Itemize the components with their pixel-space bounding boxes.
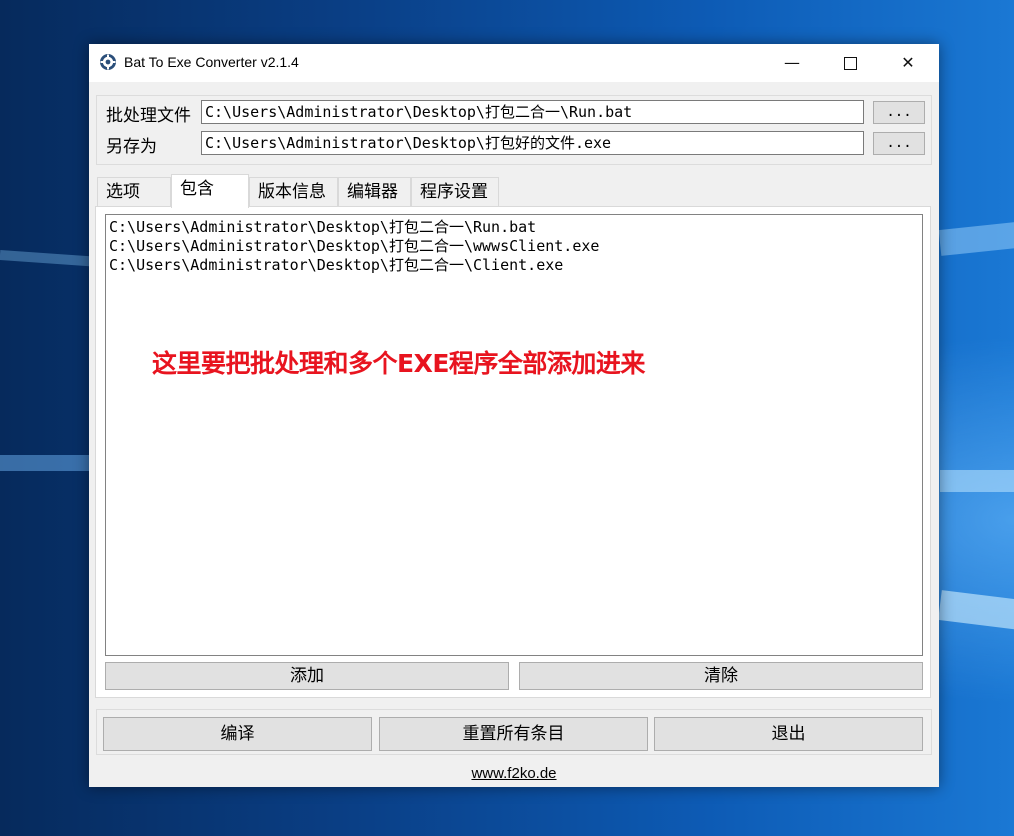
title-bar[interactable]: Bat To Exe Converter v2.1.4 — ✕: [89, 44, 939, 82]
clear-button[interactable]: 清除: [519, 662, 923, 690]
app-window: Bat To Exe Converter v2.1.4 — ✕ 批处理文件 C:…: [89, 44, 939, 787]
include-file-list[interactable]: C:\Users\Administrator\Desktop\打包二合一\Run…: [105, 214, 923, 656]
window-title: Bat To Exe Converter v2.1.4: [124, 54, 299, 70]
save-as-label: 另存为: [106, 137, 157, 157]
batch-file-label: 批处理文件: [106, 106, 191, 126]
tab-editor[interactable]: 编辑器: [338, 177, 411, 206]
gear-icon: [100, 54, 116, 70]
save-as-input[interactable]: C:\Users\Administrator\Desktop\打包好的文件.ex…: [201, 131, 864, 155]
instruction-annotation: 这里要把批处理和多个EXE程序全部添加进来: [152, 349, 645, 378]
list-item[interactable]: C:\Users\Administrator\Desktop\打包二合一\Cli…: [109, 256, 563, 275]
wallpaper-light-beam: [0, 455, 90, 471]
browse-save-as-button[interactable]: ...: [873, 132, 925, 155]
add-button[interactable]: 添加: [105, 662, 509, 690]
tab-include[interactable]: 包含: [171, 174, 249, 208]
batch-file-input[interactable]: C:\Users\Administrator\Desktop\打包二合一\Run…: [201, 100, 864, 124]
tab-options[interactable]: 选项: [97, 177, 171, 206]
list-item[interactable]: C:\Users\Administrator\Desktop\打包二合一\Run…: [109, 218, 536, 237]
browse-batch-button[interactable]: ...: [873, 101, 925, 124]
minimize-button[interactable]: —: [763, 44, 821, 82]
wallpaper-light-beam: [940, 470, 1014, 492]
reset-all-button[interactable]: 重置所有条目: [379, 717, 648, 751]
wallpaper-light-beam: [938, 590, 1014, 630]
tab-version-info[interactable]: 版本信息: [249, 177, 338, 206]
close-button[interactable]: ✕: [879, 44, 937, 82]
exit-button[interactable]: 退出: [654, 717, 923, 751]
website-link[interactable]: www.f2ko.de: [89, 765, 939, 782]
tab-program-settings[interactable]: 程序设置: [411, 177, 499, 206]
wallpaper-light-beam: [0, 250, 91, 267]
wallpaper-light-beam: [938, 221, 1014, 256]
list-item[interactable]: C:\Users\Administrator\Desktop\打包二合一\www…: [109, 237, 599, 256]
include-tab-panel: C:\Users\Administrator\Desktop\打包二合一\Run…: [95, 206, 931, 698]
maximize-button[interactable]: [821, 44, 879, 82]
compile-button[interactable]: 编译: [103, 717, 372, 751]
maximize-icon: [843, 57, 857, 70]
